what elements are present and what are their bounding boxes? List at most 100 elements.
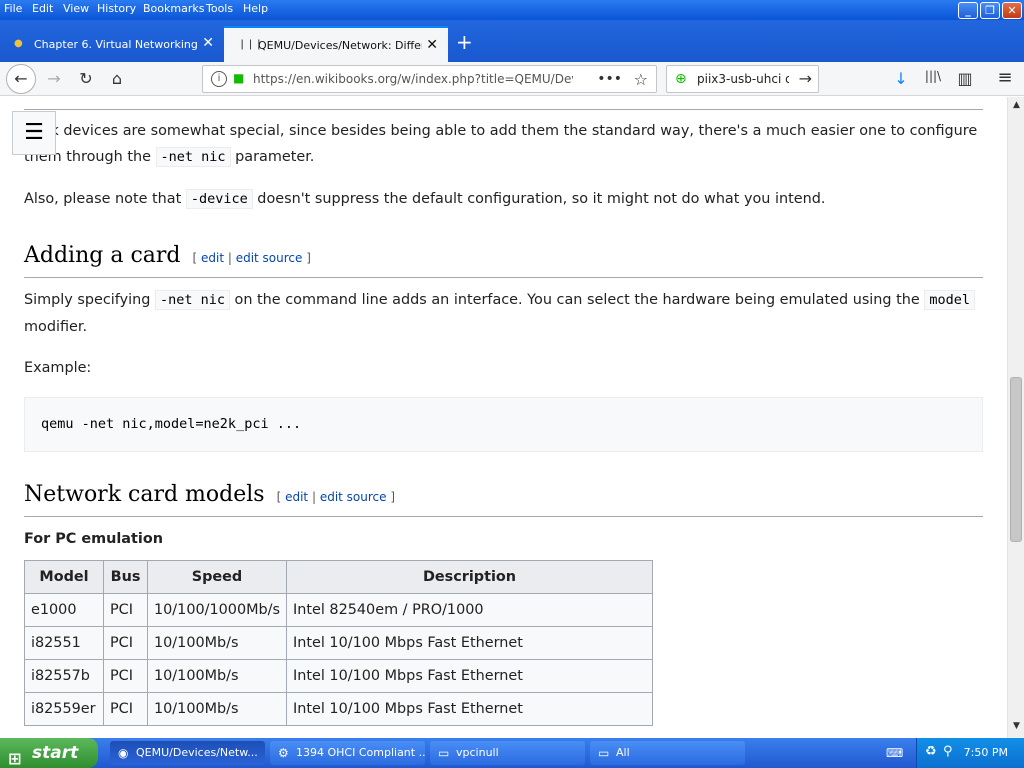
hamburger-menu-icon[interactable]: ≡ <box>994 67 1016 88</box>
task-label: vpcinull <box>456 746 499 759</box>
edit-source-link[interactable]: edit source <box>320 490 387 504</box>
table-cell: PCI <box>103 692 148 726</box>
tab-chapter-6[interactable]: ● Chapter 6. Virtual Networking ✕ <box>0 26 224 62</box>
task-1394-ohci[interactable]: ⚙ 1394 OHCI Compliant ... <box>270 741 425 765</box>
search-tray-icon[interactable]: ⚲ <box>943 744 953 759</box>
tab-close-icon[interactable]: ✕ <box>202 35 214 51</box>
menu-view[interactable]: View <box>63 2 89 15</box>
search-bar[interactable]: ⊕ piix3-usb-uhci dr → <box>666 65 819 93</box>
menu-bar: File Edit View History Bookmarks Tools H… <box>0 0 1024 20</box>
table-row: e1000 PCI 10/100/1000Mb/s Intel 82540em … <box>24 593 653 627</box>
table-cell: 10/100Mb/s <box>147 692 287 726</box>
table-cell: Intel 82540em / PRO/1000 <box>286 593 653 627</box>
menu-edit[interactable]: Edit <box>32 2 53 15</box>
minimize-icon[interactable]: _ <box>958 2 978 19</box>
tab-strip: ● Chapter 6. Virtual Networking ✕ ❘❘❘ QE… <box>0 20 1024 62</box>
tab-qemu-network[interactable]: ❘❘❘ QEMU/Devices/Network: Differen ✕ <box>224 26 448 62</box>
tab-close-icon[interactable]: ✕ <box>426 37 438 53</box>
menu-bookmarks[interactable]: Bookmarks <box>143 2 204 15</box>
scrollbar-thumb[interactable] <box>1010 377 1022 542</box>
edit-source-link[interactable]: edit source <box>236 251 303 265</box>
table-row: i82551 PCI 10/100Mb/s Intel 10/100 Mbps … <box>24 626 653 660</box>
edit-link[interactable]: edit <box>201 251 224 265</box>
info-icon[interactable]: i <box>211 71 227 87</box>
window-close-icon[interactable]: ✕ <box>1002 2 1022 19</box>
home-icon[interactable]: ⌂ <box>103 65 131 93</box>
task-qemu-firefox[interactable]: ◉ QEMU/Devices/Netw... <box>110 741 265 765</box>
edit-section: [ edit | edit source ] <box>276 490 396 504</box>
code-net-nic: -net nic <box>155 147 231 167</box>
library-icon[interactable]: |||\ <box>922 69 944 83</box>
sidebar-icon[interactable]: ▥ <box>954 69 976 88</box>
reload-icon[interactable]: ↻ <box>72 65 100 93</box>
table-cell: PCI <box>103 659 148 693</box>
table-cell: i82559er <box>24 692 104 726</box>
page-content: work devices are somewhat special, since… <box>0 97 1007 738</box>
table-header-model: Model <box>24 560 104 594</box>
heading-rule <box>24 109 983 110</box>
toc-icon[interactable]: ☰ <box>12 111 56 155</box>
edit-link[interactable]: edit <box>285 490 308 504</box>
search-go-icon[interactable]: → <box>799 69 812 88</box>
url-text: https://en.wikibooks.org/w/index.php?tit… <box>253 72 573 86</box>
menu-help[interactable]: Help <box>243 2 268 15</box>
paragraph-network-devices: work devices are somewhat special, since… <box>24 118 977 144</box>
wikibooks-favicon-icon: ❘❘❘ <box>238 39 264 50</box>
edit-section: [ edit | edit source ] <box>192 251 311 265</box>
device-manager-icon: ⚙ <box>278 746 289 760</box>
task-vpcinull[interactable]: ▭ vpcinull <box>430 741 585 765</box>
navigation-bar: ← → ↻ ⌂ i ■ https://en.wikibooks.org/w/i… <box>0 62 1024 96</box>
clock: 7:50 PM <box>963 746 1008 759</box>
scroll-up-icon[interactable]: ▲ <box>1010 100 1023 114</box>
table-cell: i82551 <box>24 626 104 660</box>
code-net-nic: -net nic <box>154 290 230 310</box>
task-label: All <box>616 746 630 759</box>
back-icon[interactable]: ← <box>6 64 36 94</box>
network-card-table: Model Bus Speed Description e1000 PCI 10… <box>24 560 653 726</box>
keyboard-icon[interactable]: ⌨ <box>886 746 903 760</box>
system-tray: ♻ ⚲ 7:50 PM <box>916 738 1024 768</box>
scroll-down-icon[interactable]: ▼ <box>1010 721 1023 735</box>
tab-label: QEMU/Devices/Network: Differen <box>258 38 422 52</box>
table-row: i82559er PCI 10/100Mb/s Intel 10/100 Mbp… <box>24 692 653 726</box>
search-input[interactable]: piix3-usb-uhci dr <box>697 72 789 86</box>
start-button[interactable]: ⊞ start <box>0 738 98 768</box>
heading-text: Network card models <box>24 482 265 507</box>
network-tray-icon[interactable]: ♻ <box>925 744 937 759</box>
text: Simply specifying <box>24 292 155 308</box>
example-label: Example: <box>24 360 92 376</box>
heading-rule <box>24 277 983 278</box>
text: work devices are somewhat special, since… <box>24 123 978 139</box>
table-header-bus: Bus <box>103 560 148 594</box>
paragraph-network-devices-cont: them through the -net nic parameter. <box>24 144 314 170</box>
maximize-icon[interactable]: ❐ <box>980 2 1000 19</box>
menu-tools[interactable]: Tools <box>206 2 233 15</box>
page-actions-icon[interactable]: ••• <box>597 71 622 87</box>
table-cell: Intel 10/100 Mbps Fast Ethernet <box>286 659 653 693</box>
vertical-scrollbar[interactable]: ▲ ▼ <box>1007 97 1024 738</box>
url-bar[interactable]: i ■ https://en.wikibooks.org/w/index.php… <box>202 65 657 93</box>
menu-file[interactable]: File <box>4 2 22 15</box>
forward-icon[interactable]: → <box>40 65 68 93</box>
table-cell: Intel 10/100 Mbps Fast Ethernet <box>286 626 653 660</box>
table-cell: i82557b <box>24 659 104 693</box>
text: modifier. <box>24 319 88 335</box>
firefox-icon: ◉ <box>118 746 129 760</box>
download-icon[interactable]: ↓ <box>890 69 912 88</box>
window-controls: _ ❐ ✕ <box>958 2 1022 19</box>
table-cell: 10/100Mb/s <box>147 626 287 660</box>
heading-adding-a-card: Adding a card [ edit | edit source ] <box>24 243 311 268</box>
start-label: start <box>32 743 79 763</box>
code-example: qemu -net nic,model=ne2k_pci ... <box>24 397 983 452</box>
task-label: QEMU/Devices/Netw... <box>136 746 258 759</box>
text: parameter. <box>230 149 315 165</box>
table-cell: PCI <box>103 626 148 660</box>
subheading-pc-emulation: For PC emulation <box>24 531 163 547</box>
new-tab-icon[interactable]: + <box>456 30 473 54</box>
task-all[interactable]: ▭ All <box>590 741 745 765</box>
table-header-row: Model Bus Speed Description <box>24 560 653 594</box>
bookmark-star-icon[interactable]: ☆ <box>634 70 648 89</box>
windows-flag-icon: ⊞ <box>8 749 22 768</box>
heading-rule <box>24 516 983 517</box>
menu-history[interactable]: History <box>97 2 136 15</box>
